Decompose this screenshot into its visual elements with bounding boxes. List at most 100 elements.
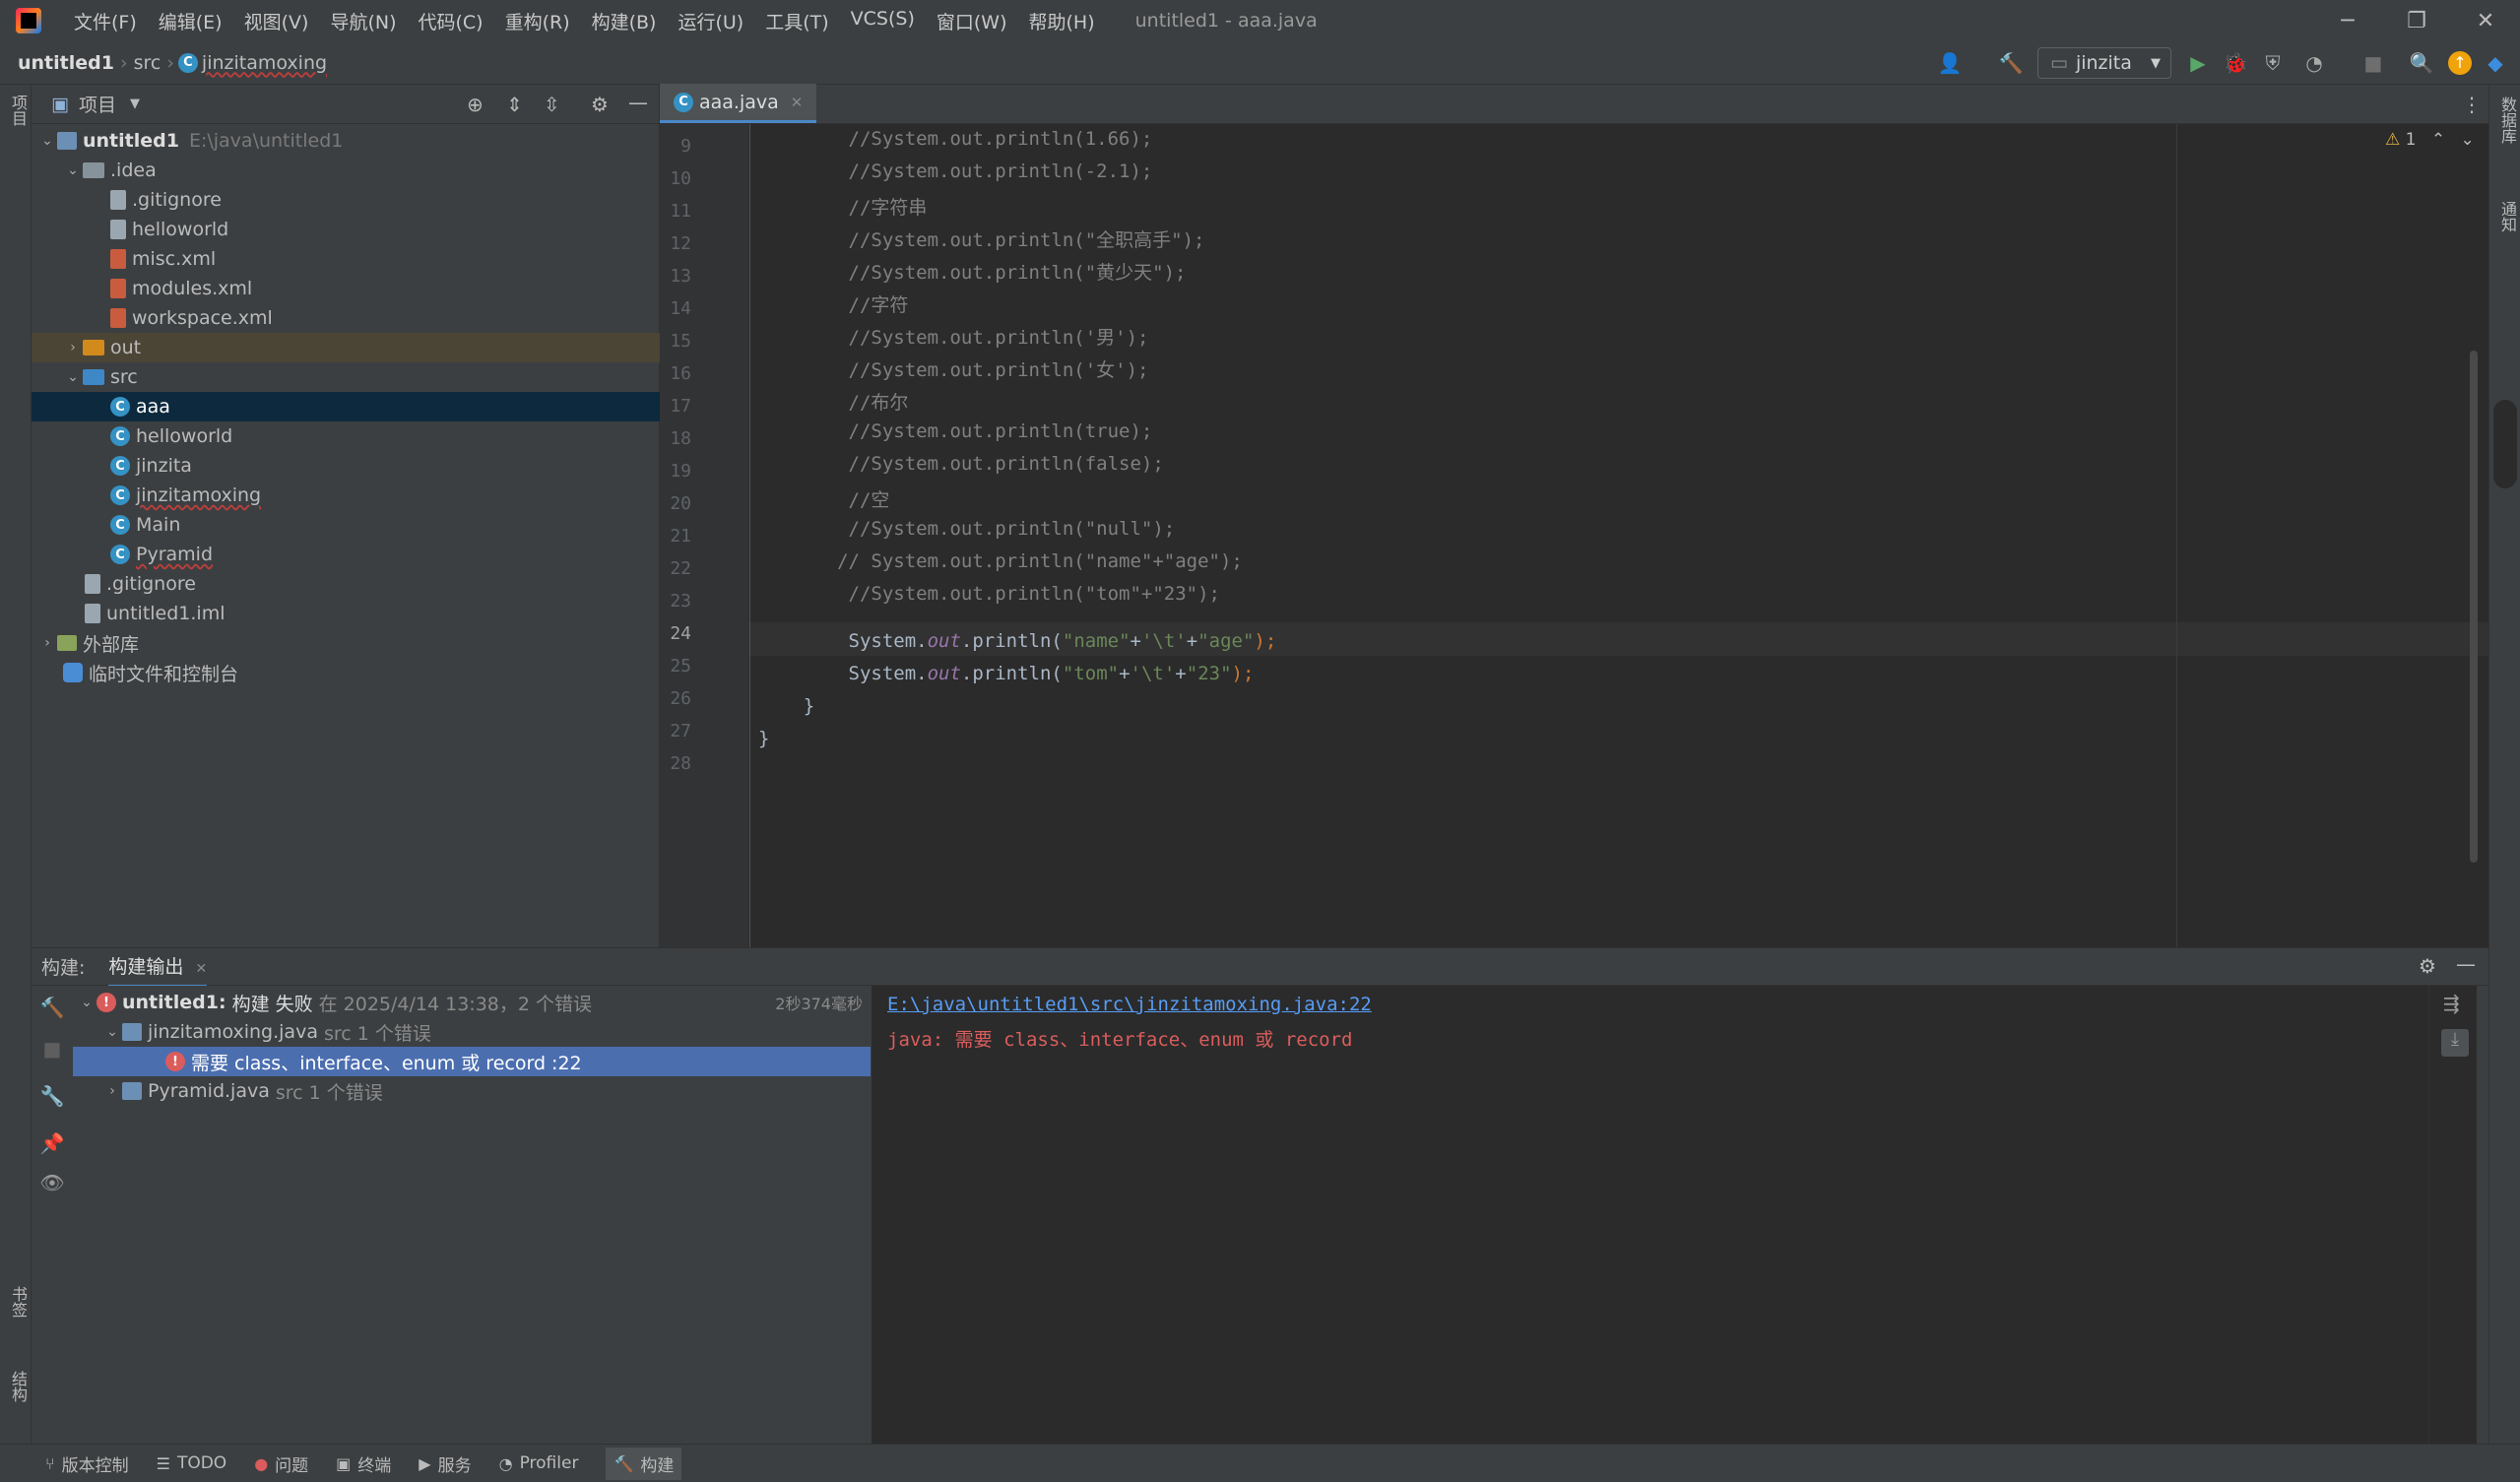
- tree-item-scratches[interactable]: 临时文件和控制台: [32, 658, 660, 687]
- breadcrumb-file[interactable]: jinzitamoxing: [202, 52, 333, 74]
- chevron-down-icon[interactable]: ⌄: [102, 1024, 122, 1040]
- wrench-icon[interactable]: 🔧: [32, 1078, 73, 1114]
- tool-version-control[interactable]: ⑂ 版本控制: [45, 1451, 129, 1476]
- menu-refactor[interactable]: 重构(R): [494, 8, 581, 34]
- code-line-24[interactable]: System.out.println("name"+'\t'+"age");: [758, 630, 1277, 652]
- structure-tool-label[interactable]: 结构: [6, 1371, 30, 1402]
- editor-scrollbar[interactable]: [2470, 351, 2478, 863]
- close-icon[interactable]: ✕: [2451, 0, 2520, 41]
- gear-icon[interactable]: ⚙: [591, 93, 609, 116]
- tree-item-gitignore[interactable]: .gitignore: [32, 185, 660, 215]
- tree-item-root-gitignore[interactable]: .gitignore: [32, 569, 660, 599]
- menu-vcs[interactable]: VCS(S): [840, 8, 926, 34]
- tree-item-jinzita[interactable]: C jinzita: [32, 451, 660, 481]
- tool-services[interactable]: ▶ 服务: [419, 1451, 471, 1476]
- tool-terminal[interactable]: ▣ 终端: [336, 1451, 391, 1476]
- rebuild-icon[interactable]: 🔨: [32, 990, 73, 1025]
- run-icon[interactable]: ▶: [2182, 47, 2214, 79]
- stop-icon[interactable]: ■: [32, 1031, 73, 1066]
- chevron-down-icon[interactable]: ⌄: [77, 995, 97, 1010]
- build-file-row[interactable]: › Pyramid.java src 1 个错误: [73, 1076, 871, 1106]
- code-line[interactable]: //字符串: [758, 193, 928, 220]
- build-root-row[interactable]: ⌄ ! untitled1: 构建 失败 在 2025/4/14 13:38，2…: [73, 988, 871, 1017]
- menu-navigate[interactable]: 导航(N): [319, 8, 407, 34]
- breadcrumb-project[interactable]: untitled1: [12, 52, 120, 74]
- build-hammer-icon[interactable]: 🔨: [1995, 47, 2027, 79]
- tool-build[interactable]: 🔨 构建: [606, 1447, 682, 1480]
- tree-item-untitled1[interactable]: ⌄ untitled1 E:\java\untitled1: [32, 126, 660, 156]
- run-config-select[interactable]: ▭ jinzita ▼: [2037, 47, 2171, 79]
- database-tool-label[interactable]: 数据库: [2495, 97, 2519, 144]
- build-file-row[interactable]: ⌄ jinzitamoxing.java src 1 个错误: [73, 1017, 871, 1047]
- menu-window[interactable]: 窗口(W): [926, 8, 1018, 34]
- menu-code[interactable]: 代码(C): [407, 8, 493, 34]
- menu-run[interactable]: 运行(U): [667, 8, 754, 34]
- tree-item-main[interactable]: C Main: [32, 510, 660, 540]
- code-line[interactable]: //System.out.println("全职高手");: [758, 226, 1205, 252]
- chevron-down-icon[interactable]: ⌄: [63, 369, 83, 385]
- gear-icon[interactable]: ⚙: [2419, 954, 2436, 978]
- tree-item-external-libraries[interactable]: › 外部库: [32, 628, 660, 658]
- profile-icon[interactable]: ◔: [2298, 47, 2330, 79]
- debug-icon[interactable]: 🐞: [2220, 47, 2251, 79]
- tree-item-untitled1-iml[interactable]: untitled1.iml: [32, 599, 660, 628]
- breadcrumb-folder[interactable]: src: [128, 52, 167, 74]
- scroll-to-end-icon[interactable]: ⤓: [2441, 1029, 2469, 1057]
- menu-tools[interactable]: 工具(T): [754, 8, 839, 34]
- scroll-thumb[interactable]: [2493, 400, 2517, 488]
- stop-icon[interactable]: ■: [2358, 47, 2389, 79]
- menu-view[interactable]: 视图(V): [233, 8, 320, 34]
- expand-all-icon[interactable]: ⇕: [506, 93, 523, 116]
- code-line[interactable]: //System.out.println(false);: [758, 453, 1164, 475]
- menu-help[interactable]: 帮助(H): [1018, 8, 1106, 34]
- user-icon[interactable]: 👤: [1934, 47, 1966, 79]
- code-line[interactable]: //布尔: [758, 388, 909, 415]
- soft-wrap-icon[interactable]: ⇶: [2443, 992, 2460, 1015]
- chevron-right-icon[interactable]: ›: [37, 635, 57, 651]
- chevron-right-icon[interactable]: ›: [102, 1083, 122, 1099]
- tree-item-aaa[interactable]: C aaa: [32, 392, 660, 421]
- chevron-down-icon[interactable]: ▼: [130, 97, 140, 111]
- code-line[interactable]: //字符: [758, 290, 909, 317]
- tree-item-helloworld[interactable]: C helloworld: [32, 421, 660, 451]
- tree-item-src[interactable]: ⌄ src: [32, 362, 660, 392]
- chevron-right-icon[interactable]: ›: [63, 340, 83, 355]
- locate-icon[interactable]: ⊕: [467, 93, 484, 116]
- jetbrains-toolbox-icon[interactable]: ◆: [2480, 47, 2511, 79]
- code-line-25[interactable]: System.out.println("tom"+'\t'+"23");: [758, 663, 1255, 684]
- code-line[interactable]: //System.out.println('男');: [758, 323, 1149, 350]
- project-tool-label[interactable]: 项目: [6, 95, 30, 126]
- project-panel-title[interactable]: 项目: [79, 91, 116, 117]
- code-line[interactable]: //System.out.println(true);: [758, 420, 1153, 442]
- code-line[interactable]: //System.out.println("tom"+"23");: [758, 583, 1221, 605]
- menu-build[interactable]: 构建(B): [581, 8, 668, 34]
- tool-todo[interactable]: ☰ TODO: [157, 1453, 227, 1473]
- tree-item-out[interactable]: › out: [32, 333, 660, 362]
- hide-icon[interactable]: —: [628, 91, 648, 114]
- tree-item-modules-xml[interactable]: modules.xml: [32, 274, 660, 303]
- chevron-down-icon[interactable]: ⌄: [63, 162, 83, 178]
- code-line[interactable]: //System.out.println(1.66);: [758, 128, 1153, 150]
- tree-item-idea[interactable]: ⌄ .idea: [32, 156, 660, 185]
- build-error-row[interactable]: ! 需要 class、interface、enum 或 record :22: [73, 1047, 871, 1076]
- intellij-logo-icon[interactable]: [16, 8, 41, 33]
- code-line-26[interactable]: }: [758, 695, 814, 717]
- code-line[interactable]: //System.out.println(-2.1);: [758, 161, 1153, 182]
- update-icon[interactable]: ↑: [2444, 47, 2476, 79]
- menu-file[interactable]: 文件(F): [63, 8, 148, 34]
- eye-icon[interactable]: 👁: [32, 1165, 73, 1200]
- menu-edit[interactable]: 编辑(E): [148, 8, 233, 34]
- hide-icon[interactable]: —: [2456, 952, 2476, 976]
- tree-item-helloworld-file[interactable]: helloworld: [32, 215, 660, 244]
- warning-indicator[interactable]: ⚠ 1 ⌃ ⌄: [2385, 130, 2475, 150]
- notifications-tool-label[interactable]: 通知: [2495, 201, 2519, 232]
- code-line[interactable]: //空: [758, 485, 890, 512]
- chevron-up-icon[interactable]: ⌃: [2431, 130, 2445, 150]
- code-line[interactable]: //System.out.println("黄少天");: [758, 258, 1187, 285]
- tree-item-workspace-xml[interactable]: workspace.xml: [32, 303, 660, 333]
- minimize-icon[interactable]: ─: [2313, 0, 2382, 41]
- collapse-all-icon[interactable]: ⇳: [544, 93, 560, 116]
- close-icon[interactable]: ✕: [195, 961, 207, 977]
- restore-icon[interactable]: ❐: [2382, 0, 2451, 41]
- tool-profiler[interactable]: ◔ Profiler: [499, 1453, 579, 1473]
